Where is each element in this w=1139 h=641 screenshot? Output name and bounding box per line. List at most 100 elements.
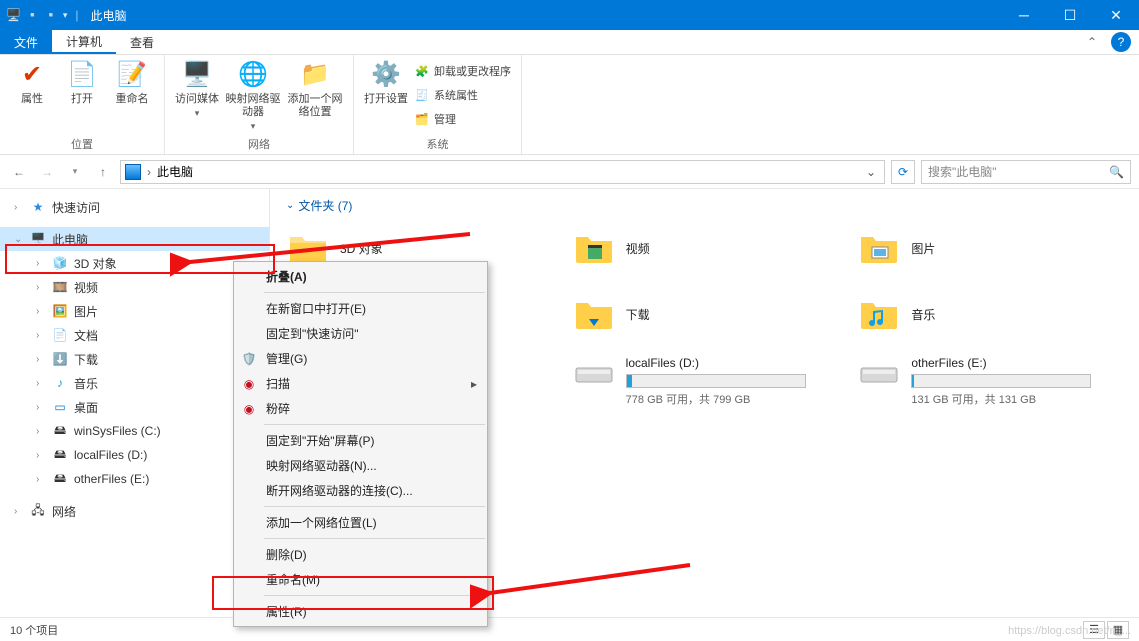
tree-documents[interactable]: ›📄文档: [0, 323, 269, 347]
ctx-manage[interactable]: 🛡️管理(G): [234, 346, 487, 371]
tree-videos[interactable]: ›🎞️视频: [0, 275, 269, 299]
folder-3d-label: 3D 对象: [340, 240, 383, 257]
properties-icon: ✔: [16, 59, 48, 91]
tree-3d[interactable]: ›🧊3D 对象: [0, 251, 269, 275]
tree-downloads[interactable]: ›⬇️下载: [0, 347, 269, 371]
map-drive-label: 映射网络驱动器: [225, 93, 281, 119]
tab-file[interactable]: 文件: [0, 30, 52, 54]
tree-d-label: localFiles (D:): [74, 448, 147, 462]
folder-downloads[interactable]: 下载: [572, 286, 838, 342]
up-button[interactable]: ↑: [92, 161, 114, 183]
ctx-add-loc-label: 添加一个网络位置(L): [266, 514, 377, 531]
back-button[interactable]: ←: [8, 161, 30, 183]
ctx-scan[interactable]: ◉扫描▸: [234, 371, 487, 396]
ctx-open-new-window[interactable]: 在新窗口中打开(E): [234, 296, 487, 321]
tree-network[interactable]: ›🖧网络: [0, 499, 269, 523]
tree-pictures[interactable]: ›🖼️图片: [0, 299, 269, 323]
ctx-disconnect[interactable]: 断开网络驱动器的连接(C)...: [234, 478, 487, 503]
mcafee-icon: ◉: [240, 375, 258, 393]
tree-quick-label: 快速访问: [52, 199, 100, 216]
close-button[interactable]: ✕: [1093, 0, 1139, 30]
document-icon: 📄: [52, 327, 68, 343]
add-location-button[interactable]: 📁 添加一个网络位置: [287, 59, 343, 119]
download-icon: ⬇️: [52, 351, 68, 367]
uninstall-label: 卸载或更改程序: [434, 63, 511, 79]
folder-pictures[interactable]: 图片: [857, 220, 1123, 276]
maximize-button[interactable]: ☐: [1047, 0, 1093, 30]
monitor-icon: 🖥️: [6, 8, 21, 22]
tree-thispc-label: 此电脑: [52, 231, 88, 248]
qat-dropdown-icon[interactable]: ▾: [63, 10, 68, 21]
tree-drive-d[interactable]: ›🖴localFiles (D:): [0, 443, 269, 467]
quick-access-toolbar: 🖥️ ▫️ ▫️ ▾ |: [0, 8, 83, 22]
sysprops-button[interactable]: 🧾 系统属性: [414, 85, 511, 105]
tree-drive-c[interactable]: ›🖴winSysFiles (C:): [0, 419, 269, 443]
rename-button[interactable]: 📝 重命名: [110, 59, 154, 106]
drive-icon: 🖴: [52, 447, 68, 463]
uninstall-button[interactable]: 🧩 卸载或更改程序: [414, 61, 511, 81]
nav-tree: ›★ 快速访问 ⌄🖥️ 此电脑 ›🧊3D 对象 ›🎞️视频 ›🖼️图片 ›📄文档…: [0, 189, 270, 617]
minimize-button[interactable]: ─: [1001, 0, 1047, 30]
ctx-collapse[interactable]: 折叠(A): [234, 264, 487, 289]
recent-dropdown[interactable]: ▾: [64, 161, 86, 183]
collapse-ribbon-icon[interactable]: ⌃: [1079, 30, 1105, 54]
map-drive-button[interactable]: 🌐 映射网络驱动器 ▾: [225, 59, 281, 132]
ctx-pin-quick-label: 固定到"快速访问": [266, 325, 359, 342]
ctx-properties[interactable]: 属性(R): [234, 599, 487, 624]
drive-d[interactable]: localFiles (D:) 778 GB 可用，共 799 GB: [572, 356, 838, 407]
refresh-button[interactable]: ⟳: [891, 160, 915, 184]
ctx-delete[interactable]: 删除(D): [234, 542, 487, 567]
drive-icon: 🖴: [52, 471, 68, 487]
chevron-down-icon: ⌄: [286, 200, 294, 211]
ctx-pin-start-label: 固定到"开始"屏幕(P): [266, 432, 375, 449]
page-icon: ▫️: [44, 8, 59, 22]
help-icon[interactable]: ?: [1111, 32, 1131, 52]
tree-c-label: winSysFiles (C:): [74, 424, 161, 438]
ctx-add-location[interactable]: 添加一个网络位置(L): [234, 510, 487, 535]
tree-quick-access[interactable]: ›★ 快速访问: [0, 195, 269, 219]
open-settings-button[interactable]: ⚙️ 打开设置: [364, 59, 408, 106]
manage-button[interactable]: 🗂️ 管理: [414, 109, 511, 129]
tab-computer[interactable]: 计算机: [52, 30, 116, 54]
address-bar[interactable]: › 此电脑 ⌄: [120, 160, 885, 184]
search-input[interactable]: 搜索"此电脑" 🔍: [921, 160, 1131, 184]
breadcrumb[interactable]: 此电脑: [157, 163, 193, 180]
folder-music[interactable]: 音乐: [857, 286, 1123, 342]
video-icon: 🎞️: [52, 279, 68, 295]
folders-section-header[interactable]: ⌄ 文件夹 (7): [286, 197, 1123, 214]
properties-label: 属性: [21, 93, 43, 106]
group-network-label: 网络: [175, 134, 343, 152]
drive-d-free: 778 GB 可用，共 799 GB: [626, 391, 838, 407]
tree-drive-e[interactable]: ›🖴otherFiles (E:): [0, 467, 269, 491]
ctx-map-drive[interactable]: 映射网络驱动器(N)...: [234, 453, 487, 478]
desktop-icon: ▭: [52, 399, 68, 415]
folder-videos[interactable]: 视频: [572, 220, 838, 276]
ctx-shred[interactable]: ◉粉碎: [234, 396, 487, 421]
ctx-pin-start[interactable]: 固定到"开始"屏幕(P): [234, 428, 487, 453]
status-bar: 10 个项目 ☰ ▦: [0, 617, 1139, 641]
tree-this-pc[interactable]: ⌄🖥️ 此电脑: [0, 227, 269, 251]
open-label: 打开: [71, 93, 93, 106]
drive-e[interactable]: otherFiles (E:) 131 GB 可用，共 131 GB: [857, 356, 1123, 407]
forward-button[interactable]: →: [36, 161, 58, 183]
ctx-pin-quick[interactable]: 固定到"快速访问": [234, 321, 487, 346]
ribbon-group-system: ⚙️ 打开设置 🧩 卸载或更改程序 🧾 系统属性 🗂️ 管理 系统: [354, 55, 522, 154]
media-icon: 🖥️: [181, 59, 213, 91]
folder-music-label: 音乐: [911, 306, 935, 323]
chevron-right-icon: ▸: [471, 377, 477, 391]
picture-icon: 🖼️: [52, 303, 68, 319]
tree-desktop[interactable]: ›▭桌面: [0, 395, 269, 419]
properties-button[interactable]: ✔ 属性: [10, 59, 54, 106]
3d-icon: 🧊: [52, 255, 68, 271]
ribbon-group-location: ✔ 属性 📄 打开 📝 重命名 位置: [0, 55, 165, 154]
access-media-button[interactable]: 🖥️ 访问媒体 ▾: [175, 59, 219, 119]
address-dropdown-icon[interactable]: ⌄: [862, 165, 880, 179]
tree-music[interactable]: ›♪音乐: [0, 371, 269, 395]
tab-view[interactable]: 查看: [116, 30, 168, 54]
sysprops-icon: 🧾: [414, 87, 430, 103]
ctx-properties-label: 属性(R): [266, 603, 307, 620]
drive-icon: [857, 356, 901, 388]
open-button[interactable]: 📄 打开: [60, 59, 104, 106]
tree-video-label: 视频: [74, 279, 98, 296]
ctx-rename[interactable]: 重命名(M): [234, 567, 487, 592]
